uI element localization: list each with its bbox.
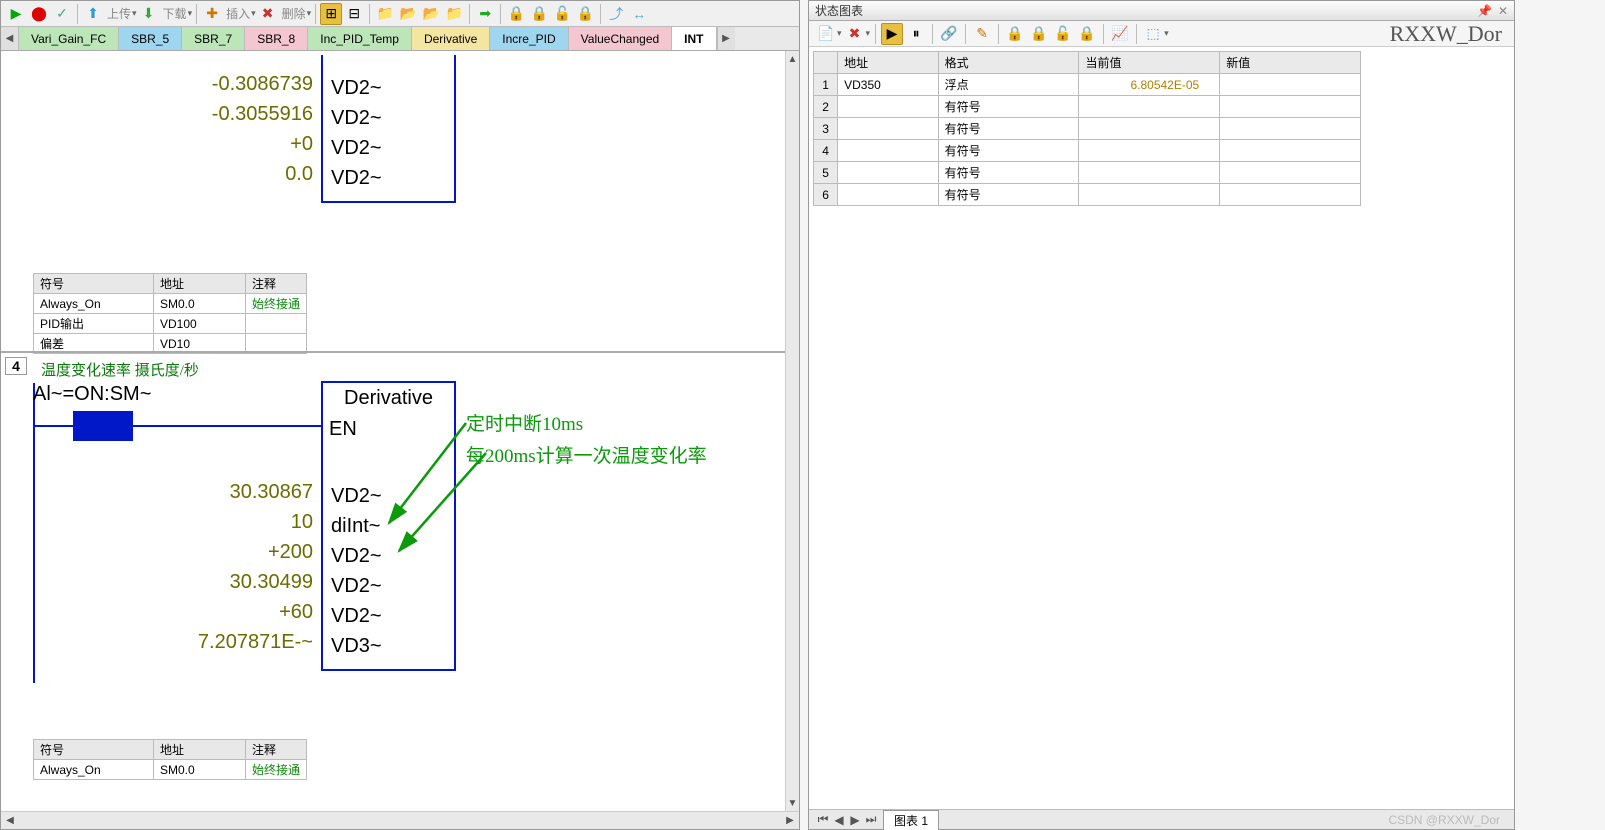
status-toolbar: 📄▾ ✖▾ ▶ ⏸ 🔗 ✎ 🔒 🔒 🔓 🔒 📈 ⬚▾ RXXW_Dor [809, 21, 1514, 47]
tab-int[interactable]: INT [672, 27, 716, 50]
tab-scroll-right[interactable]: ▶ [717, 27, 735, 50]
scroll-down-icon: ▼ [786, 795, 799, 811]
lock4-icon[interactable]: 🔒 [574, 3, 596, 25]
rung-divider [1, 351, 785, 353]
edit-icon[interactable]: ✎ [971, 23, 993, 45]
tab-inc-pid-temp[interactable]: Inc_PID_Temp [308, 27, 412, 50]
new-chart-icon[interactable]: 📄 [815, 23, 837, 45]
delete-label[interactable]: 删除 [280, 5, 308, 22]
tab-valuechanged[interactable]: ValueChanged [569, 27, 673, 50]
panel-title-bar: 状态图表 📌 ✕ [809, 1, 1514, 21]
branch2-icon[interactable]: ↔ [628, 3, 650, 25]
go-icon[interactable]: ➡ [474, 3, 496, 25]
lock-a-icon[interactable]: 🔒 [1004, 23, 1026, 45]
pause-icon[interactable]: ⏸ [905, 23, 927, 45]
scroll-up-icon: ▲ [786, 51, 799, 67]
watch-table: 地址 格式 当前值 新值 1VD350浮点6.80542E-05 2有符号 3有… [813, 51, 1361, 206]
lock-b-icon[interactable]: 🔒 [1028, 23, 1050, 45]
download-label[interactable]: 下载 [161, 5, 189, 22]
trend-icon[interactable]: 📈 [1109, 23, 1131, 45]
tab-sbr7[interactable]: SBR_7 [182, 27, 245, 50]
hscroll-left-icon: ◀ [1, 812, 19, 829]
tab-vari-gain[interactable]: Vari_Gain_FC [19, 27, 119, 50]
compile-icon[interactable]: ✓ [51, 3, 73, 25]
lock-c-icon[interactable]: 🔓 [1052, 23, 1074, 45]
tab-derivative[interactable]: Derivative [412, 27, 490, 50]
upload-label[interactable]: 上传 [105, 5, 133, 22]
upload-icon[interactable]: ⬆ [82, 3, 104, 25]
ladder-bus [33, 383, 35, 683]
editor-tabs: ◀ Vari_Gain_FC SBR_5 SBR_7 SBR_8 Inc_PID… [1, 27, 799, 51]
close-icon[interactable]: ✕ [1498, 4, 1508, 18]
last-icon[interactable]: ⏭ [863, 812, 879, 827]
contact-energized [73, 411, 133, 441]
symbol-table-1: 符号地址注释 Always_OnSM0.0始终接通 PID输出VD100 偏差V… [33, 273, 307, 354]
arrow-2 [391, 451, 501, 561]
folder3-icon[interactable]: 📂 [420, 3, 442, 25]
block1-vals: -0.3086739 -0.3055916 +0 0.0 [121, 73, 317, 193]
run-icon[interactable]: ▶ [5, 3, 27, 25]
folder-icon[interactable]: 📁 [374, 3, 396, 25]
branch-icon[interactable]: ⤴ [605, 3, 627, 25]
block1-names: VD2~ VD2~ VD2~ VD2~ [325, 73, 382, 193]
annotation-2: 每200ms计算一次温度变化率 [466, 441, 707, 468]
tab-sbr5[interactable]: SBR_5 [119, 27, 182, 50]
lock-d-icon[interactable]: 🔒 [1076, 23, 1098, 45]
block2-names: VD2~ diInt~ VD2~ VD2~ VD2~ VD3~ [325, 481, 382, 661]
chart-tabs-bar: ⏮ ◀ ▶ ⏭ 图表 1 CSDN @RXXW_Dor [809, 809, 1514, 829]
link-icon[interactable]: 🔗 [938, 23, 960, 45]
folder2-icon[interactable]: 📂 [397, 3, 419, 25]
main-toolbar: ▶ ⬤ ✓ ⬆ 上传▾ ⬇ 下载▾ ✚ 插入▾ ✖ 删除▾ ⊞ ⊟ 📁 📂 📂 … [1, 1, 799, 27]
delete-icon[interactable]: ✖ [257, 3, 279, 25]
tool-icon[interactable]: ⊞ [320, 3, 342, 25]
insert-icon[interactable]: ✚ [201, 3, 223, 25]
ladder-contact: Al~=ON:SM~ [33, 383, 151, 406]
lock3-icon[interactable]: 🔓 [551, 3, 573, 25]
symbol-table-2: 符号地址注释 Always_OnSM0.0始终接通 [33, 739, 307, 780]
hscroll-right-icon: ▶ [781, 812, 799, 829]
lock2-icon[interactable]: 🔒 [528, 3, 550, 25]
next-icon[interactable]: ▶ [847, 813, 863, 827]
tab-sbr8[interactable]: SBR_8 [245, 27, 308, 50]
block-title: Derivative [323, 383, 454, 414]
stop-icon[interactable]: ⬤ [28, 3, 50, 25]
panel-title: 状态图表 [815, 2, 863, 19]
editor-panel: ▶ ⬤ ✓ ⬆ 上传▾ ⬇ 下载▾ ✚ 插入▾ ✖ 删除▾ ⊞ ⊟ 📁 📂 📂 … [0, 0, 800, 830]
first-icon[interactable]: ⏮ [815, 812, 831, 827]
prev-icon[interactable]: ◀ [831, 813, 847, 827]
chart-tab-1[interactable]: 图表 1 [883, 810, 939, 830]
horizontal-scrollbar[interactable]: ◀ ▶ [1, 811, 799, 829]
insert-label[interactable]: 插入 [224, 5, 252, 22]
tab-incre-pid[interactable]: Incre_PID [490, 27, 568, 50]
vertical-scrollbar[interactable]: ▲ ▼ [785, 51, 799, 811]
block2-vals: 30.30867 10 +200 30.30499 +60 7.207871E-… [121, 481, 317, 661]
pin-icon[interactable]: 📌 [1477, 4, 1492, 18]
brand-label: RXXW_Dor [1390, 21, 1508, 47]
rung-number[interactable]: 4 [5, 357, 27, 375]
download-icon[interactable]: ⬇ [138, 3, 160, 25]
monitor-icon[interactable]: ▶ [881, 23, 903, 45]
delete-chart-icon[interactable]: ✖ [844, 23, 866, 45]
folder-del-icon[interactable]: 📁 [443, 3, 465, 25]
status-chart-panel: 状态图表 📌 ✕ 📄▾ ✖▾ ▶ ⏸ 🔗 ✎ 🔒 🔒 🔓 🔒 📈 ⬚▾ RXXW… [808, 0, 1515, 830]
annotation-1: 定时中断10ms [466, 409, 583, 436]
rung-comment: 温度变化速率 摄氏度/秒 [41, 359, 199, 380]
lock-icon[interactable]: 🔒 [505, 3, 527, 25]
tab-scroll-left[interactable]: ◀ [1, 27, 19, 50]
ladder-editor[interactable]: -0.3086739 -0.3055916 +0 0.0 VD2~ VD2~ V… [1, 51, 799, 811]
tool2-icon[interactable]: ⊟ [343, 3, 365, 25]
watermark: CSDN @RXXW_Dor [1388, 813, 1508, 827]
format-icon[interactable]: ⬚ [1142, 23, 1164, 45]
